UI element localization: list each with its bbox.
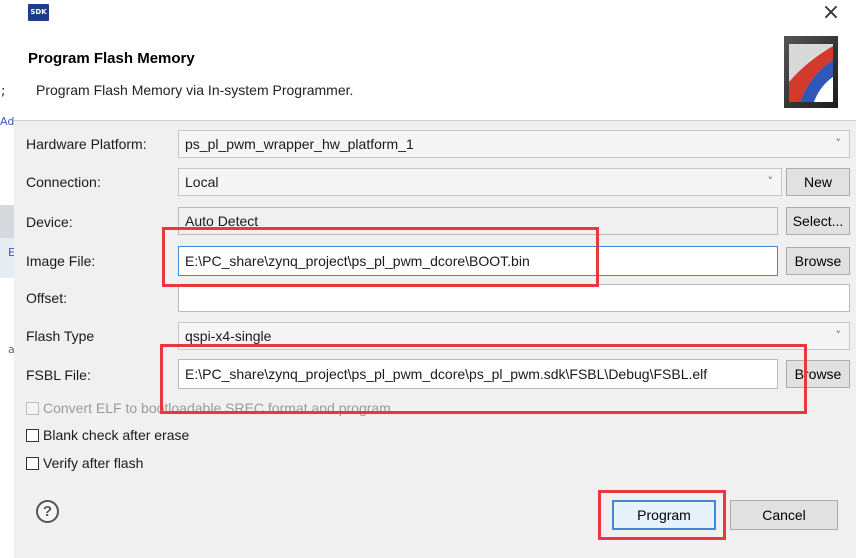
title-bar: SDK × [14, 0, 856, 30]
blank-check-option[interactable]: Blank check after erase [26, 427, 189, 443]
device-field: Auto Detect [178, 207, 778, 235]
hardware-platform-label: Hardware Platform: [26, 136, 147, 152]
browse-image-button[interactable]: Browse [786, 247, 850, 275]
sdk-app-icon: SDK [28, 4, 49, 21]
connection-select[interactable]: Local ˅ [178, 168, 782, 196]
offset-label: Offset: [26, 290, 67, 306]
verify-label[interactable]: Verify after flash [43, 455, 143, 471]
blank-check-label[interactable]: Blank check after erase [43, 427, 189, 443]
verify-option[interactable]: Verify after flash [26, 455, 143, 471]
offset-input[interactable] [178, 284, 850, 312]
fsbl-file-value: E:\PC_share\zynq_project\ps_pl_pwm_dcore… [185, 366, 708, 382]
dialog-header: Program Flash Memory Program Flash Memor… [14, 30, 856, 121]
hardware-platform-value: ps_pl_pwm_wrapper_hw_platform_1 [185, 136, 414, 152]
dialog-description: Program Flash Memory via In-system Progr… [36, 82, 354, 98]
cancel-button[interactable]: Cancel [730, 500, 838, 530]
connection-value: Local [185, 174, 219, 190]
device-value: Auto Detect [185, 213, 259, 229]
flash-type-value: qspi-x4-single [185, 328, 272, 344]
fsbl-file-input[interactable]: E:\PC_share\zynq_project\ps_pl_pwm_dcore… [178, 359, 778, 389]
convert-elf-option: Convert ELF to bootloadable SREC format … [26, 400, 391, 416]
flash-type-label: Flash Type [26, 328, 95, 344]
image-file-label: Image File: [26, 253, 96, 269]
chevron-down-icon: ˅ [835, 137, 842, 150]
blank-check-checkbox[interactable] [26, 428, 39, 442]
image-file-input[interactable]: E:\PC_share\zynq_project\ps_pl_pwm_dcore… [178, 246, 778, 276]
dialog-title: Program Flash Memory [28, 50, 195, 67]
program-button[interactable]: Program [612, 500, 716, 530]
fsbl-file-label: FSBL File: [26, 367, 91, 383]
browse-fsbl-button[interactable]: Browse [786, 360, 850, 388]
convert-elf-label: Convert ELF to bootloadable SREC format … [43, 400, 391, 416]
chevron-down-icon: ˅ [835, 329, 842, 342]
help-icon[interactable]: ? [36, 500, 59, 523]
close-icon[interactable]: × [820, 2, 842, 24]
select-device-button[interactable]: Select... [786, 207, 850, 235]
connection-label: Connection: [26, 174, 101, 190]
convert-elf-checkbox [26, 401, 39, 415]
background-fragment: ; [1, 84, 6, 99]
image-file-value: E:\PC_share\zynq_project\ps_pl_pwm_dcore… [185, 253, 530, 269]
flash-type-select[interactable]: qspi-x4-single ˅ [178, 322, 850, 350]
new-connection-button[interactable]: New [786, 168, 850, 196]
flash-memory-icon [784, 36, 838, 108]
chevron-down-icon: ˅ [767, 175, 774, 188]
device-label: Device: [26, 214, 73, 230]
hardware-platform-select[interactable]: ps_pl_pwm_wrapper_hw_platform_1 ˅ [178, 130, 850, 158]
background-fragment: Ad [0, 115, 15, 128]
verify-checkbox[interactable] [26, 456, 39, 470]
program-flash-dialog: SDK × Program Flash Memory Program Flash… [14, 0, 856, 558]
